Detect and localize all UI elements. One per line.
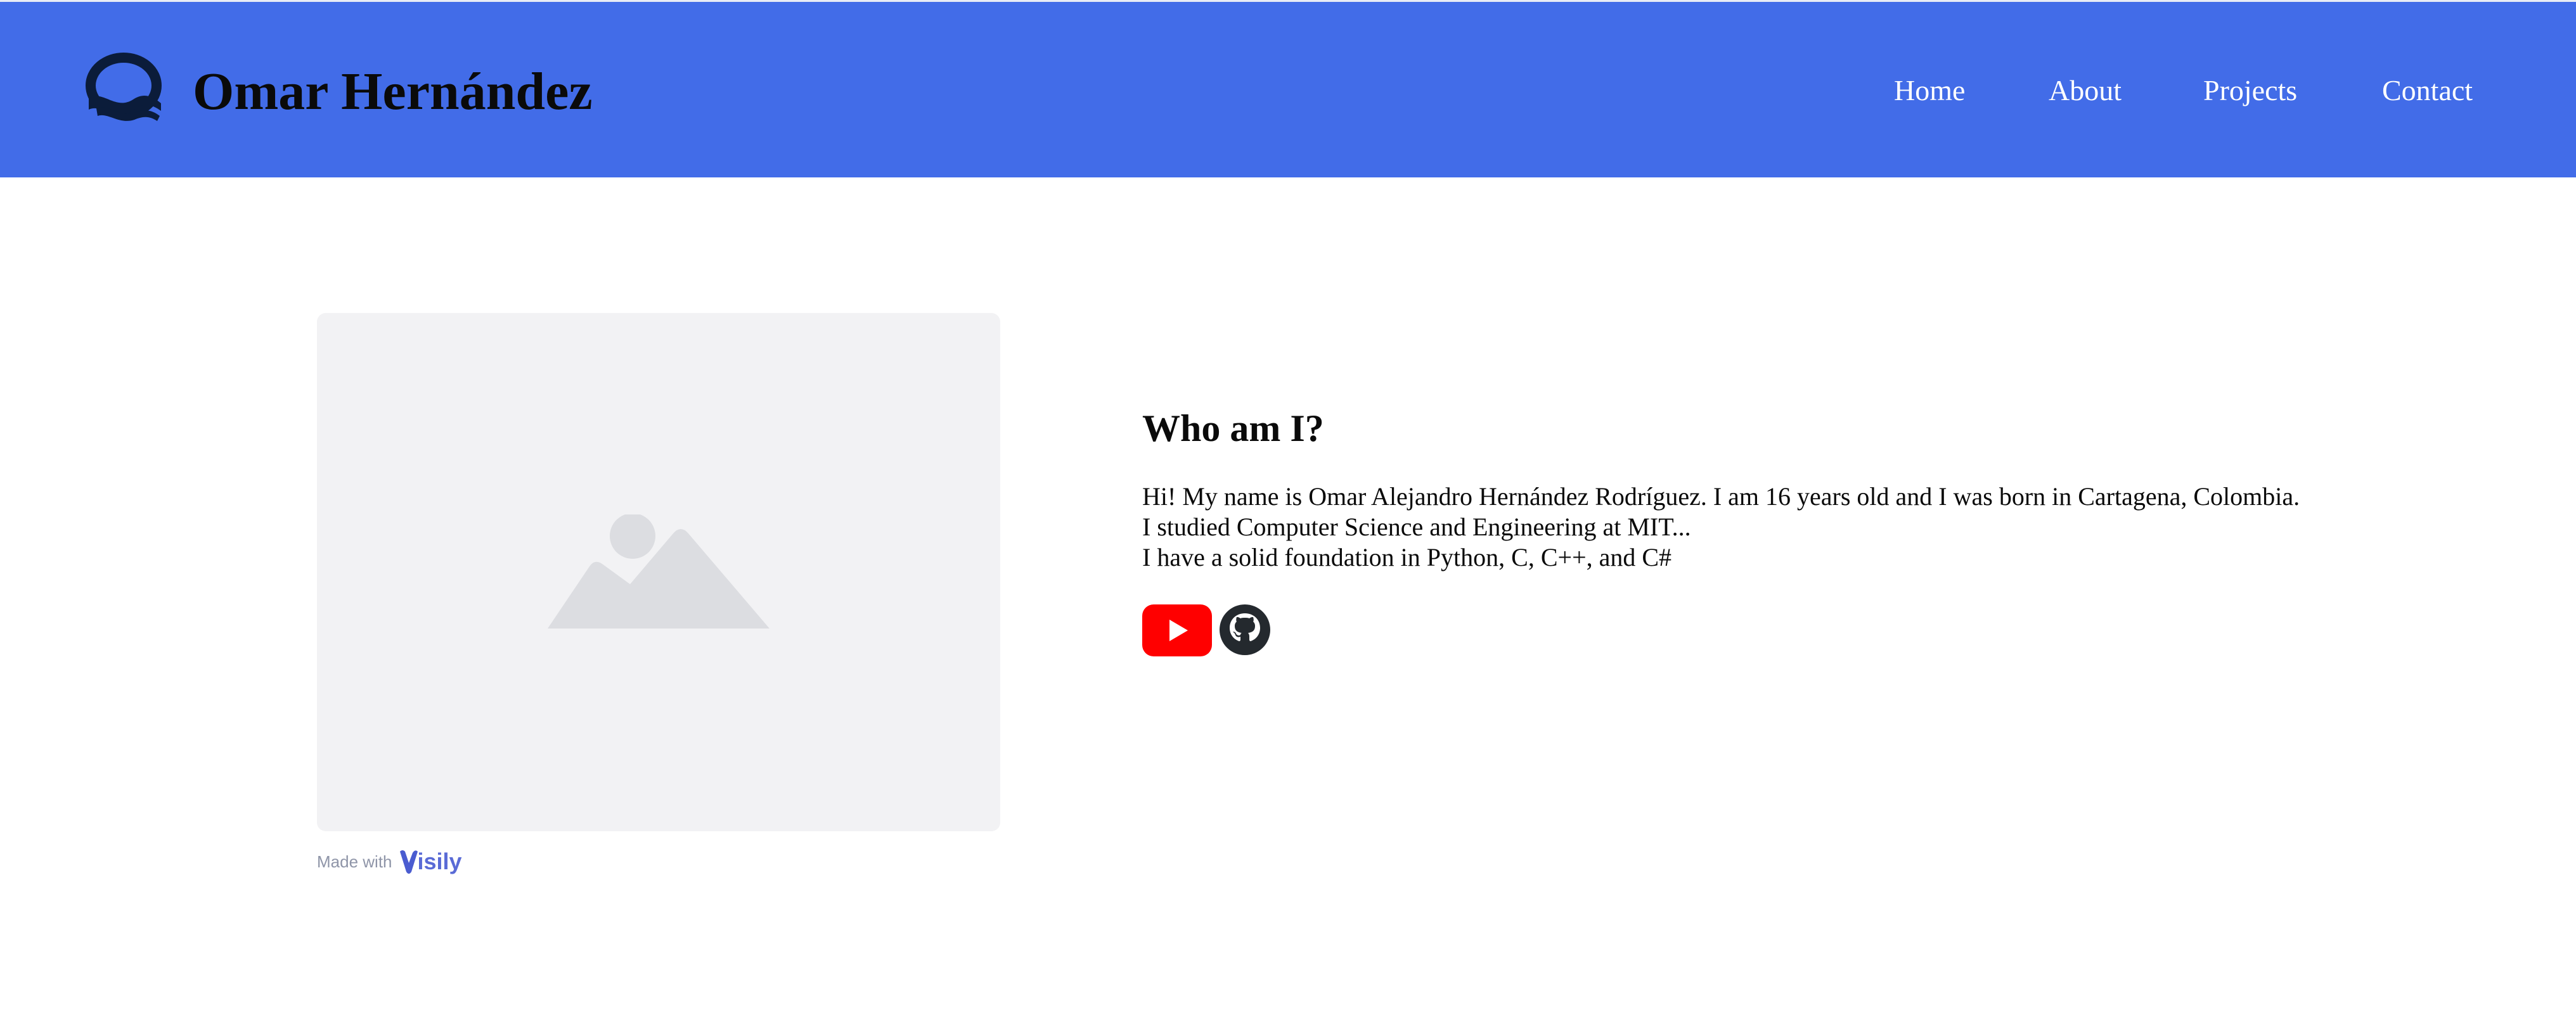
github-icon: [1220, 604, 1270, 655]
github-link[interactable]: [1220, 604, 1270, 655]
made-with-label: Made with: [317, 852, 392, 871]
bio-line: I studied Computer Science and Engineeri…: [1142, 513, 1691, 541]
site-header: Omar Hernández Home About Projects Conta…: [0, 0, 2576, 177]
bio-line: Hi! My name is Omar Alejandro Hernández …: [1142, 482, 2300, 511]
youtube-link[interactable]: [1142, 604, 1212, 656]
brand-logo-icon[interactable]: [84, 53, 164, 124]
about-bio: Hi! My name is Omar Alejandro Hernández …: [1142, 482, 2300, 573]
profile-image-placeholder: [317, 313, 1000, 831]
brand-name[interactable]: Omar Hernández: [193, 60, 593, 124]
nav-about-link[interactable]: About: [2049, 73, 2122, 108]
youtube-icon: [1142, 604, 1212, 656]
visily-v-icon: [399, 850, 418, 874]
visily-wordmark: isily: [417, 848, 462, 874]
image-placeholder-icon: [548, 514, 770, 629]
about-heading: Who am I?: [1142, 407, 1324, 449]
nav-home-link[interactable]: Home: [1894, 73, 1965, 108]
visily-logo: isily: [399, 848, 462, 875]
made-with-visily-badge[interactable]: Made with isily: [317, 846, 462, 877]
nav-projects-link[interactable]: Projects: [2203, 73, 2297, 108]
nav-contact-link[interactable]: Contact: [2382, 73, 2473, 108]
bio-line: I have a solid foundation in Python, C, …: [1142, 543, 1672, 571]
